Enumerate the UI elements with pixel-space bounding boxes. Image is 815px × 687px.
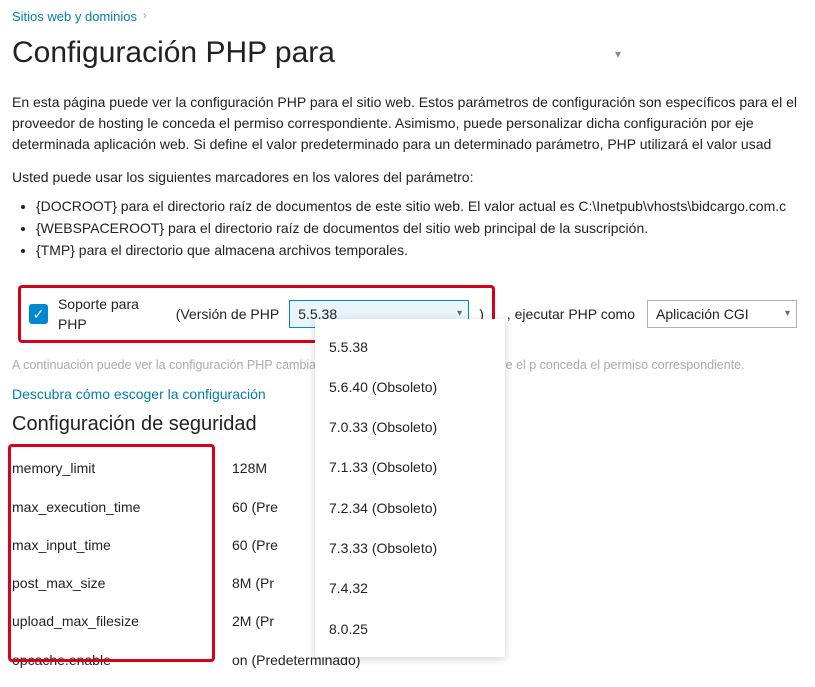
markers-intro: Usted puede usar los siguientes marcador… [12, 167, 803, 187]
marker-item: {TMP} para el directorio que almacena ar… [36, 240, 803, 260]
php-support-checkbox[interactable]: ✓ [29, 304, 48, 324]
run-as-selected: Aplicación CGI [656, 304, 749, 324]
breadcrumb[interactable]: Sitios web y dominios › [12, 8, 803, 27]
marker-item: {WEBSPACEROOT} para el directorio raíz d… [36, 218, 803, 238]
domain-select[interactable]: ▾ [347, 38, 627, 68]
run-as-label: , ejecutar PHP como [507, 304, 635, 324]
setting-name: post_max_size [12, 564, 232, 602]
markers-list: {DOCROOT} para el directorio raíz de doc… [36, 196, 803, 261]
php-support-row: ✓ Soporte para PHP (Versión de PHP 5.5.3… [12, 279, 803, 350]
setting-name: max_input_time [12, 526, 232, 564]
run-as-select[interactable]: Aplicación CGI ▾ [647, 300, 797, 328]
php-version-option[interactable]: 7.1.33 (Obsoleto) [315, 447, 505, 487]
marker-item: {DOCROOT} para el directorio raíz de doc… [36, 196, 803, 216]
php-version-option[interactable]: 5.5.38 [315, 327, 505, 367]
chevron-down-icon: ▾ [615, 46, 621, 63]
page-title: Configuración PHP para [12, 31, 335, 75]
php-version-option[interactable]: 7.4.32 [315, 568, 505, 608]
php-version-dropdown: 5.5.38 5.6.40 (Obsoleto) 7.0.33 (Obsolet… [315, 319, 505, 657]
setting-name: upload_max_filesize [12, 602, 232, 640]
chevron-right-icon: › [143, 9, 147, 25]
breadcrumb-label[interactable]: Sitios web y dominios [12, 8, 137, 27]
php-version-option[interactable]: 7.3.33 (Obsoleto) [315, 528, 505, 568]
setting-name: opcache.enable [12, 641, 232, 679]
php-version-option[interactable]: 8.0.25 [315, 609, 505, 649]
version-label: (Versión de PHP [176, 304, 280, 324]
php-version-option[interactable]: 7.0.33 (Obsoleto) [315, 407, 505, 447]
php-version-option[interactable]: 5.6.40 (Obsoleto) [315, 367, 505, 407]
php-support-label: Soporte para PHP [58, 294, 166, 335]
php-version-option[interactable]: 7.2.34 (Obsoleto) [315, 488, 505, 528]
setting-name: max_execution_time [12, 488, 232, 526]
setting-name: memory_limit [12, 449, 232, 487]
page-title-row: Configuración PHP para ▾ [12, 31, 803, 75]
intro-paragraph: En esta página puede ver la configuració… [12, 92, 803, 155]
chevron-down-icon: ▾ [785, 307, 790, 322]
